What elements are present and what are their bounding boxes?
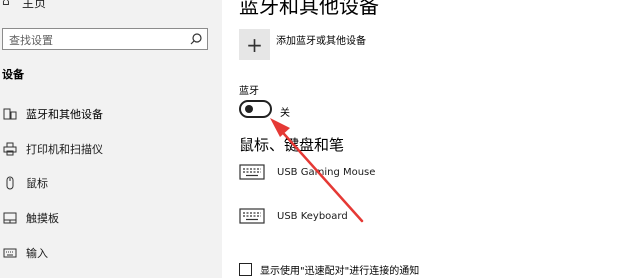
sidebar: ⌂ 主页 设备 蓝牙和其他设备 [0,0,223,278]
sidebar-item-printers[interactable]: 打印机和扫描仪 [0,136,222,162]
search-icon[interactable] [189,32,203,46]
add-device-label: 添加蓝牙或其他设备 [276,36,366,47]
swift-pair-option[interactable]: 显示使用"迅速配对"进行连接的通知 [239,262,419,277]
touchpad-icon [2,210,18,226]
device-name: USB Keyboard [277,210,348,222]
home-icon[interactable]: ⌂ [2,0,10,8]
printer-icon [2,141,18,157]
bluetooth-label: 蓝牙 [239,86,259,97]
sidebar-item-label: 蓝牙和其他设备 [26,108,103,121]
settings-window: ⌂ 主页 设备 蓝牙和其他设备 [0,0,620,278]
device-name: USB Gaming Mouse [277,166,376,178]
bluetooth-devices-icon [2,106,18,122]
sidebar-item-label: 输入 [26,247,48,260]
main-content: 蓝牙和其他设备 + 添加蓝牙或其他设备 蓝牙 关 鼠标、键盘和笔 USB Gam… [222,0,620,278]
sidebar-item-label: 打印机和扫描仪 [26,143,103,156]
device-usb-keyboard[interactable]: USB Keyboard [239,207,348,225]
device-usb-gaming-mouse[interactable]: USB Gaming Mouse [239,163,375,181]
swift-pair-checkbox[interactable] [239,263,252,276]
keyboard-icon [239,208,265,224]
search-input[interactable] [3,30,189,51]
keyboard-icon [239,164,265,180]
home-link[interactable]: 主页 [22,0,46,11]
add-device-button[interactable]: + 添加蓝牙或其他设备 [239,29,366,60]
mouse-icon [2,175,18,191]
sidebar-item-label: 触摸板 [26,212,59,225]
sidebar-item-typing[interactable]: 输入 [0,240,222,266]
toggle-knob [245,105,253,113]
mouse-keyboard-pen-heading: 鼠标、键盘和笔 [239,136,345,154]
section-title-devices: 设备 [2,68,24,81]
page-title: 蓝牙和其他设备 [239,0,379,18]
sidebar-item-touchpad[interactable]: 触摸板 [0,205,222,231]
keyboard-icon [2,245,18,261]
sidebar-item-bluetooth[interactable]: 蓝牙和其他设备 [0,101,222,127]
bluetooth-state-label: 关 [280,108,290,119]
sidebar-item-label: 鼠标 [26,177,48,190]
search-box[interactable] [2,28,208,51]
swift-pair-label: 显示使用"迅速配对"进行连接的通知 [260,266,420,277]
plus-icon: + [239,29,270,60]
bluetooth-toggle[interactable] [239,100,272,118]
sidebar-item-mouse[interactable]: 鼠标 [0,170,222,196]
